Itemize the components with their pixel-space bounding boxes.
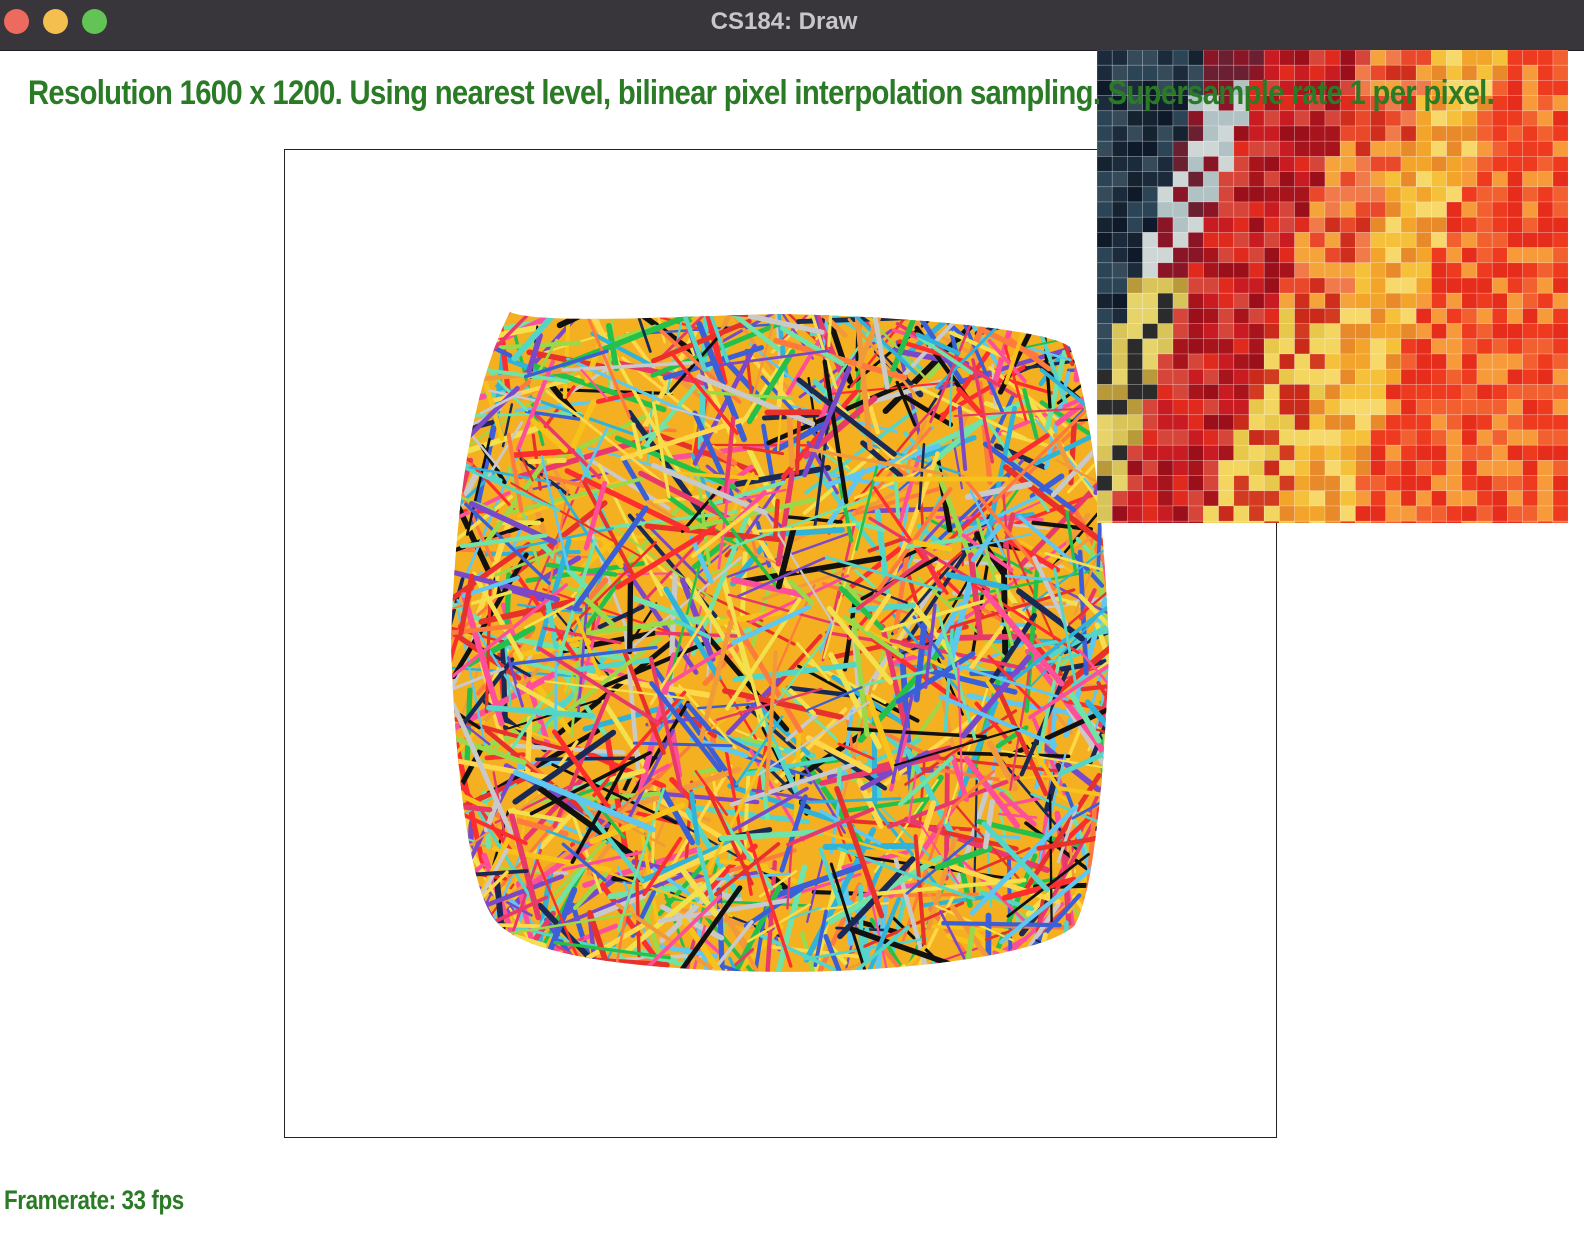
window-title: CS184: Draw xyxy=(710,8,858,35)
status-text: Resolution 1600 x 1200. Using nearest le… xyxy=(28,74,1495,112)
framerate-text: Framerate: 33 fps xyxy=(4,1185,184,1215)
window-titlebar[interactable]: CS184: Draw xyxy=(0,0,1584,51)
pixel-zoom-inset xyxy=(1097,50,1568,523)
